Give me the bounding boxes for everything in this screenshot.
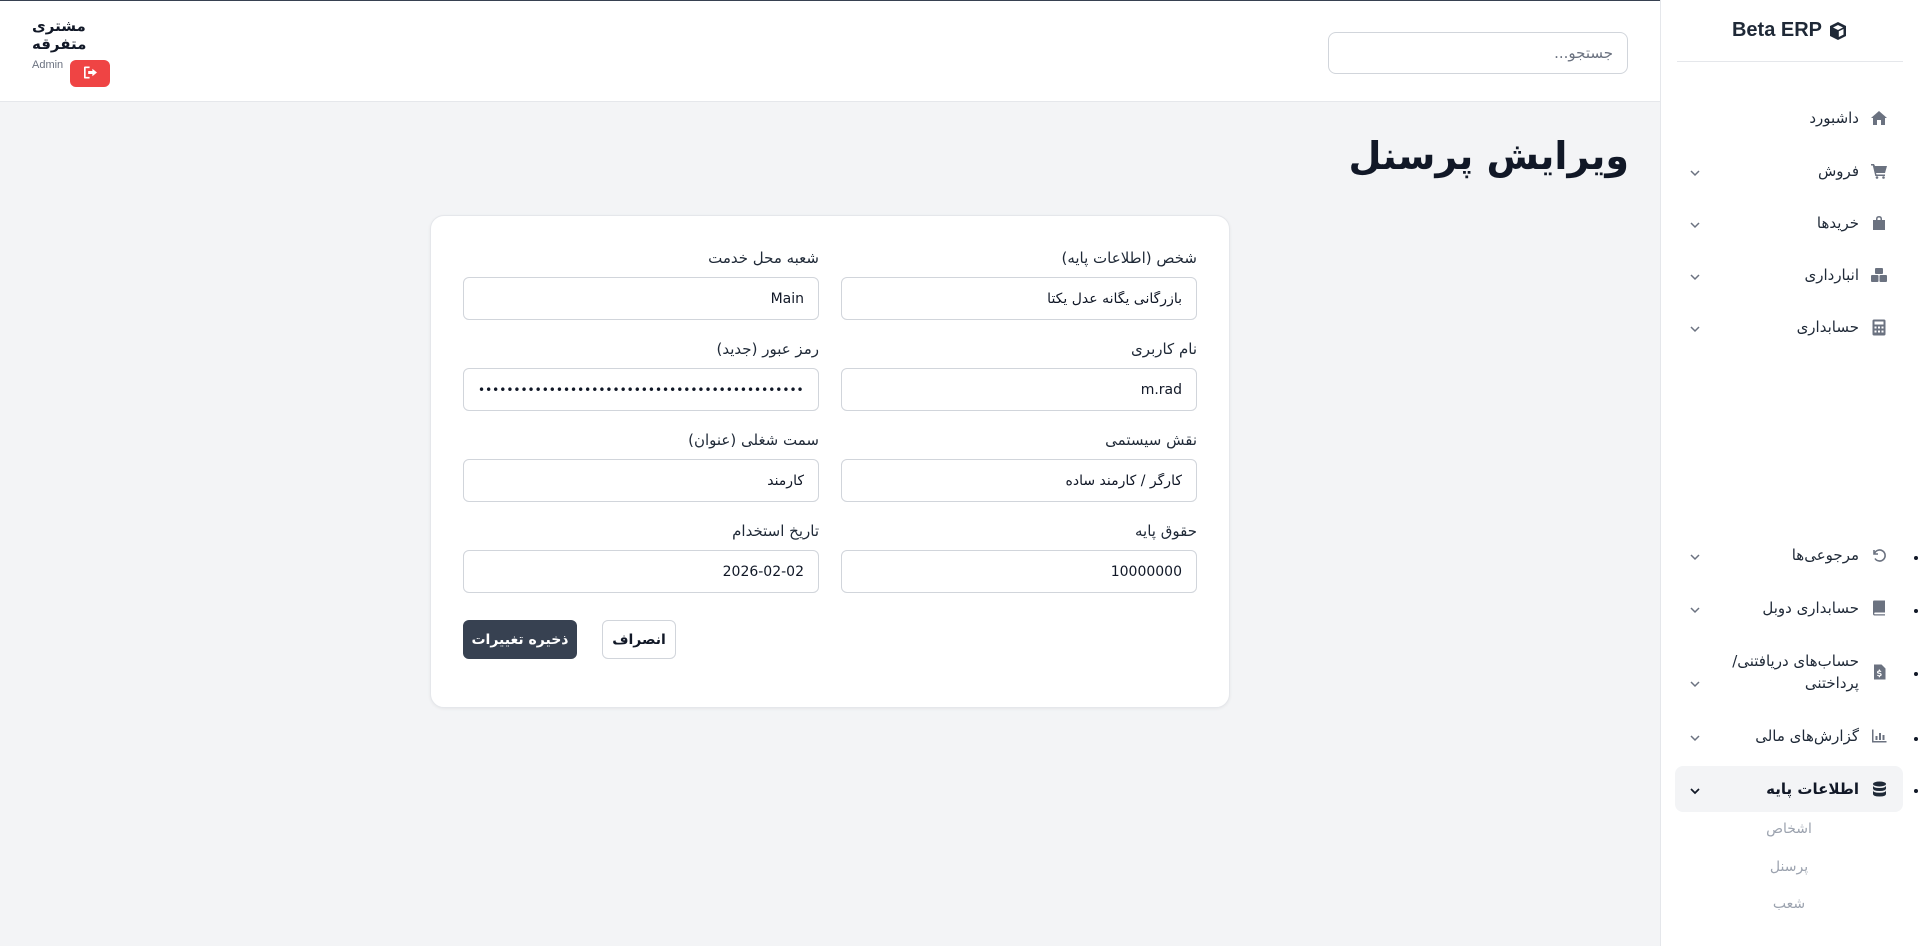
hire-date-input[interactable] [463, 550, 819, 593]
chevron-down-icon [1689, 321, 1701, 333]
sidebar-item-label: گزارش‌های مالی [1755, 726, 1859, 745]
position-field: سمت شغلی (عنوان) [463, 429, 819, 502]
sidebar-item-label: حساب‌های دریافتنی/ پرداختنی [1732, 651, 1859, 693]
top-bar: مشتری متفرقه Admin [0, 0, 1660, 102]
role-select[interactable] [841, 459, 1197, 502]
sidebar-item-financial-reports[interactable]: گزارش‌های مالی [1675, 714, 1903, 758]
edit-personnel-form: شخص (اطلاعات پایه) شعبه محل خدمت نام کار… [430, 215, 1230, 708]
save-button[interactable]: ذخیره تغییرات [463, 620, 577, 659]
edge-dot [1914, 737, 1918, 741]
edge-dot [1914, 609, 1918, 613]
role-label: نقش سیستمی [1105, 431, 1197, 449]
logout-button[interactable] [70, 60, 110, 87]
database-icon [1869, 779, 1889, 799]
sidebar-item-label: انبارداری [1804, 265, 1859, 284]
username-label: نام کاربری [1131, 340, 1197, 358]
password-field: رمز عبور (جدید) [463, 338, 819, 411]
chevron-down-icon [1689, 783, 1701, 795]
person-field: شخص (اطلاعات پایه) [841, 247, 1197, 320]
sidebar-item-sales[interactable]: فروش [1675, 149, 1903, 193]
edge-dot [1914, 672, 1918, 676]
chevron-down-icon [1689, 549, 1701, 561]
sidebar-item-purchases[interactable]: خریدها [1675, 201, 1903, 245]
page-title: ویرایش پرسنل [1348, 134, 1629, 178]
boxes-icon [1869, 265, 1889, 285]
hire-date-field: تاریخ استخدام [463, 520, 819, 593]
sidebar-item-label: داشبورد [1809, 108, 1859, 127]
logout-icon [83, 65, 98, 82]
username-field: نام کاربری [841, 338, 1197, 411]
invoice-icon [1869, 662, 1889, 682]
branch-label: شعبه محل خدمت [708, 249, 819, 267]
brand[interactable]: Beta ERP [1677, 0, 1903, 62]
cart-icon [1869, 161, 1889, 181]
calculator-icon [1869, 317, 1889, 337]
cube-icon [1828, 21, 1848, 41]
undo-icon [1869, 545, 1889, 565]
sidebar-item-base-info[interactable]: اطلاعات پایه [1675, 766, 1903, 812]
home-icon [1869, 108, 1889, 128]
position-input[interactable] [463, 459, 819, 502]
sidebar-item-returns[interactable]: مرجوعی‌ها [1675, 533, 1903, 577]
cancel-button[interactable]: انصراف [602, 620, 676, 659]
chevron-down-icon [1689, 269, 1701, 281]
bag-icon [1869, 213, 1889, 233]
branch-field: شعبه محل خدمت [463, 247, 819, 320]
sidebar-item-label: حسابداری دوبل [1762, 598, 1859, 617]
chevron-down-icon [1689, 165, 1701, 177]
username-input[interactable] [841, 368, 1197, 411]
sidebar-subitem-persons[interactable]: اشخاص [1739, 821, 1839, 837]
sidebar-subitem-branches[interactable]: شعب [1739, 896, 1839, 912]
role-field: نقش سیستمی [841, 429, 1197, 502]
password-input[interactable] [463, 368, 819, 411]
person-label: شخص (اطلاعات پایه) [1061, 249, 1197, 267]
position-label: سمت شغلی (عنوان) [688, 431, 819, 449]
sidebar-item-label: فروش [1817, 161, 1859, 180]
sidebar: Beta ERP داشبورد فروش خریدها انبارداری ح… [1660, 0, 1919, 946]
sidebar-item-accounting[interactable]: حسابداری [1675, 305, 1903, 349]
sidebar-item-label: اطلاعات پایه [1766, 779, 1859, 798]
password-label: رمز عبور (جدید) [716, 340, 819, 358]
branch-input[interactable] [463, 277, 819, 320]
brand-name: Beta ERP [1731, 19, 1823, 41]
sidebar-item-dashboard[interactable]: داشبورد [1675, 96, 1903, 140]
sidebar-item-receivables[interactable]: حساب‌های دریافتنی/ پرداختنی [1675, 644, 1903, 700]
sidebar-item-label: خریدها [1816, 213, 1859, 232]
chart-icon [1869, 726, 1889, 746]
hire-date-label: تاریخ استخدام [732, 522, 819, 540]
chevron-down-icon [1689, 730, 1701, 742]
salary-input[interactable] [841, 550, 1197, 593]
book-icon [1869, 598, 1889, 618]
salary-field: حقوق پایه [841, 520, 1197, 593]
sidebar-item-warehouse[interactable]: انبارداری [1675, 253, 1903, 297]
salary-label: حقوق پایه [1135, 522, 1197, 540]
chevron-down-icon [1689, 602, 1701, 614]
chevron-down-icon [1689, 217, 1701, 229]
sidebar-item-double-entry[interactable]: حسابداری دوبل [1675, 586, 1903, 630]
sidebar-subitem-personnel[interactable]: پرسنل [1739, 859, 1839, 875]
search-input[interactable] [1328, 32, 1628, 74]
sidebar-item-label: حسابداری [1796, 317, 1859, 336]
sidebar-item-label: مرجوعی‌ها [1791, 545, 1859, 564]
person-input[interactable] [841, 277, 1197, 320]
chevron-down-icon [1689, 676, 1701, 688]
edge-dot [1914, 789, 1918, 793]
edge-dot [1914, 556, 1918, 560]
user-name: مشتری متفرقه [32, 17, 87, 53]
